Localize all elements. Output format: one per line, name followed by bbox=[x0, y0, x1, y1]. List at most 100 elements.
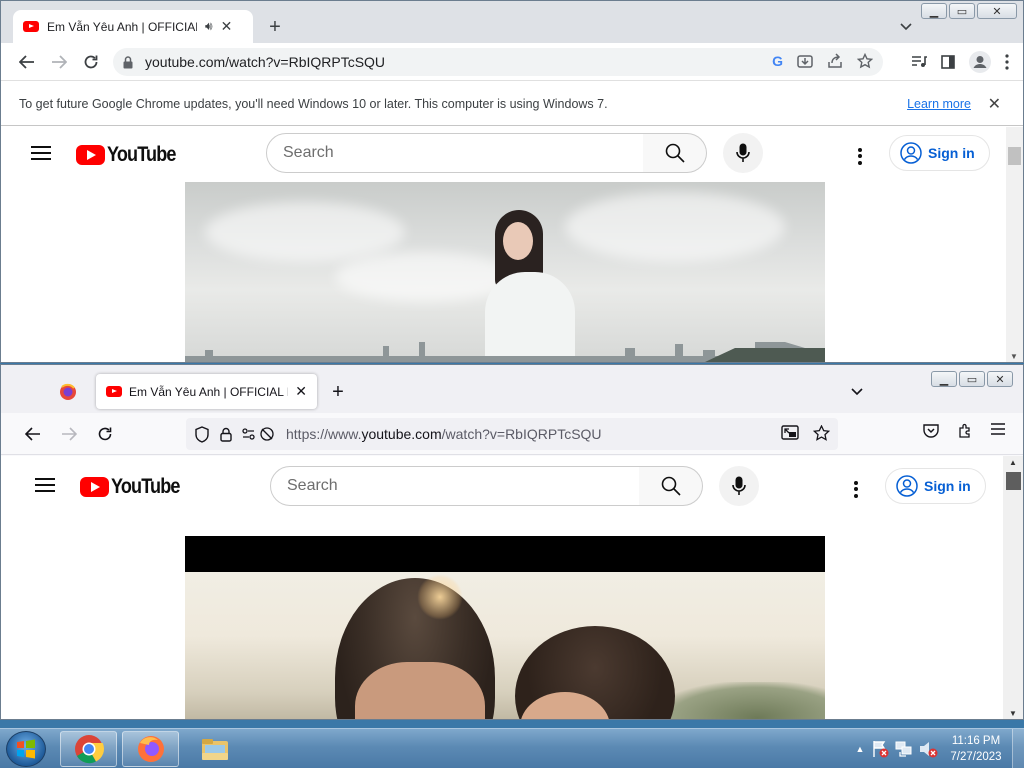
youtube-play-icon bbox=[80, 477, 109, 497]
scroll-down-arrow-icon[interactable]: ▼ bbox=[1010, 352, 1018, 361]
youtube-signin-button[interactable]: Sign in bbox=[885, 468, 986, 504]
profile-avatar-icon[interactable] bbox=[969, 51, 991, 73]
lock-icon[interactable] bbox=[123, 55, 133, 69]
firefox-address-bar[interactable]: https://www.youtube.com/watch?v=RbIQRPTc… bbox=[186, 418, 838, 450]
youtube-search-button[interactable] bbox=[639, 466, 703, 506]
show-hidden-icons-arrow-icon[interactable]: ▲ bbox=[852, 744, 868, 754]
scrollbar-thumb[interactable] bbox=[1006, 472, 1021, 490]
maximize-button[interactable]: ▭ bbox=[949, 3, 975, 19]
settings-kebab-icon[interactable] bbox=[858, 145, 862, 167]
forward-button[interactable] bbox=[47, 50, 71, 74]
new-tab-button[interactable]: + bbox=[327, 381, 349, 403]
settings-kebab-icon[interactable] bbox=[854, 478, 858, 500]
network-icon[interactable] bbox=[894, 739, 914, 759]
action-center-flag-icon[interactable] bbox=[870, 739, 890, 759]
firefox-toolbar-right bbox=[923, 423, 1005, 439]
taskbar-file-explorer-button[interactable] bbox=[186, 731, 243, 767]
reload-button[interactable] bbox=[79, 50, 103, 74]
file-explorer-icon bbox=[201, 739, 228, 760]
firefox-video-player[interactable] bbox=[185, 536, 825, 719]
learn-more-link[interactable]: Learn more bbox=[907, 97, 971, 111]
taskbar-chrome-button[interactable] bbox=[60, 731, 117, 767]
firefox-toolbar: https://www.youtube.com/watch?v=RbIQRPTc… bbox=[1, 413, 1023, 455]
youtube-search-input[interactable]: Search bbox=[266, 133, 644, 173]
bookmark-star-icon[interactable] bbox=[813, 425, 830, 441]
close-window-button[interactable]: ✕ bbox=[987, 371, 1013, 387]
reload-button[interactable] bbox=[93, 422, 117, 446]
firefox-icon bbox=[137, 736, 164, 762]
taskbar-clock[interactable]: 11:16 PM 7/27/2023 bbox=[940, 733, 1012, 765]
side-panel-icon[interactable] bbox=[941, 55, 955, 69]
signin-label: Sign in bbox=[928, 145, 975, 161]
video-frame-couple bbox=[185, 572, 825, 719]
new-tab-button[interactable]: + bbox=[263, 15, 287, 39]
chrome-icon bbox=[74, 735, 104, 764]
scroll-down-arrow-icon[interactable]: ▼ bbox=[1009, 709, 1017, 718]
tracking-protection-shield-icon[interactable] bbox=[194, 425, 210, 443]
back-button[interactable] bbox=[15, 50, 39, 74]
audio-playing-icon[interactable]: 🔊︎ bbox=[205, 19, 213, 34]
search-icon bbox=[665, 143, 685, 163]
hamburger-menu-icon[interactable] bbox=[35, 474, 55, 496]
youtube-logo[interactable]: YouTube bbox=[76, 143, 187, 167]
list-all-tabs-chevron-icon[interactable] bbox=[846, 381, 868, 403]
bookmark-star-icon[interactable] bbox=[857, 53, 873, 69]
chrome-toolbar: youtube.com/watch?v=RbIQRPTcSQU G bbox=[1, 43, 1023, 81]
voice-search-button[interactable] bbox=[719, 466, 759, 506]
chrome-page-scrollbar[interactable]: ▼ bbox=[1006, 127, 1023, 362]
chrome-menu-icon[interactable] bbox=[1005, 54, 1009, 70]
media-controls-icon[interactable] bbox=[911, 55, 927, 69]
maximize-button[interactable]: ▭ bbox=[959, 371, 985, 387]
scrollbar-thumb[interactable] bbox=[1008, 147, 1021, 165]
chrome-video-player[interactable] bbox=[185, 182, 825, 362]
share-icon[interactable] bbox=[827, 53, 843, 69]
infobar-close-icon[interactable]: ✕ bbox=[988, 94, 1001, 114]
install-app-icon[interactable] bbox=[797, 53, 813, 69]
youtube-search-button[interactable] bbox=[643, 133, 707, 173]
firefox-tab-title: Em Vẫn Yêu Anh | OFFICIAL MUSIC VIDEO bbox=[129, 384, 288, 399]
chrome-url-text[interactable]: youtube.com/watch?v=RbIQRPTcSQU bbox=[145, 54, 385, 70]
omnibox-actions: G bbox=[772, 53, 873, 69]
taskbar-firefox-button[interactable] bbox=[122, 731, 179, 767]
youtube-signin-button[interactable]: Sign in bbox=[889, 135, 990, 171]
start-button[interactable] bbox=[6, 731, 46, 767]
hamburger-menu-icon[interactable] bbox=[31, 142, 51, 164]
close-window-button[interactable]: ✕ bbox=[977, 3, 1017, 19]
pocket-icon[interactable] bbox=[923, 423, 939, 439]
chrome-tab-youtube[interactable]: Em Vẫn Yêu Anh | OFFICIAL MUSIC VIDEO 🔊︎… bbox=[13, 10, 253, 43]
firefox-view-icon[interactable] bbox=[59, 383, 77, 401]
google-translate-icon[interactable]: G bbox=[772, 53, 783, 69]
firefox-tab-youtube[interactable]: Em Vẫn Yêu Anh | OFFICIAL MUSIC VIDEO ✕ bbox=[96, 374, 317, 409]
youtube-wordmark: YouTube bbox=[111, 475, 180, 498]
app-menu-hamburger-icon[interactable] bbox=[991, 423, 1005, 439]
minimize-button[interactable]: ▁ bbox=[931, 371, 957, 387]
tab-close-icon[interactable]: ✕ bbox=[221, 18, 233, 35]
youtube-header: YouTube Search Sign in bbox=[1, 459, 1023, 515]
search-icon bbox=[661, 476, 681, 496]
firefox-window-controls: ▁ ▭ ✕ bbox=[931, 371, 1013, 387]
minimize-button[interactable]: ▁ bbox=[921, 3, 947, 19]
tab-search-chevron-icon[interactable] bbox=[894, 15, 918, 39]
account-circle-icon bbox=[896, 475, 918, 497]
tab-close-icon[interactable]: ✕ bbox=[295, 383, 307, 400]
firefox-page-scrollbar[interactable]: ▲ ▼ bbox=[1003, 456, 1023, 719]
chrome-tab-title: Em Vẫn Yêu Anh | OFFICIAL MUSIC VIDEO bbox=[47, 19, 197, 34]
back-button[interactable] bbox=[21, 422, 45, 446]
chrome-update-infobar: To get future Google Chrome updates, you… bbox=[1, 82, 1023, 126]
picture-in-picture-icon[interactable] bbox=[781, 425, 799, 441]
clock-date: 7/27/2023 bbox=[950, 751, 1002, 763]
lock-icon[interactable] bbox=[220, 427, 232, 442]
permissions-icon[interactable] bbox=[242, 426, 276, 442]
youtube-search-input[interactable]: Search bbox=[270, 466, 640, 506]
scroll-up-arrow-icon[interactable]: ▲ bbox=[1009, 458, 1017, 467]
youtube-logo[interactable]: YouTube bbox=[80, 475, 191, 499]
chrome-address-bar[interactable]: youtube.com/watch?v=RbIQRPTcSQU G bbox=[113, 48, 883, 76]
forward-button[interactable] bbox=[57, 422, 81, 446]
firefox-url-text[interactable]: https://www.youtube.com/watch?v=RbIQRPTc… bbox=[286, 426, 602, 442]
signin-label: Sign in bbox=[924, 478, 971, 494]
extensions-icon[interactable] bbox=[957, 423, 973, 439]
volume-muted-icon[interactable] bbox=[918, 739, 938, 759]
show-desktop-button[interactable] bbox=[1012, 729, 1024, 768]
account-circle-icon bbox=[900, 142, 922, 164]
voice-search-button[interactable] bbox=[723, 133, 763, 173]
